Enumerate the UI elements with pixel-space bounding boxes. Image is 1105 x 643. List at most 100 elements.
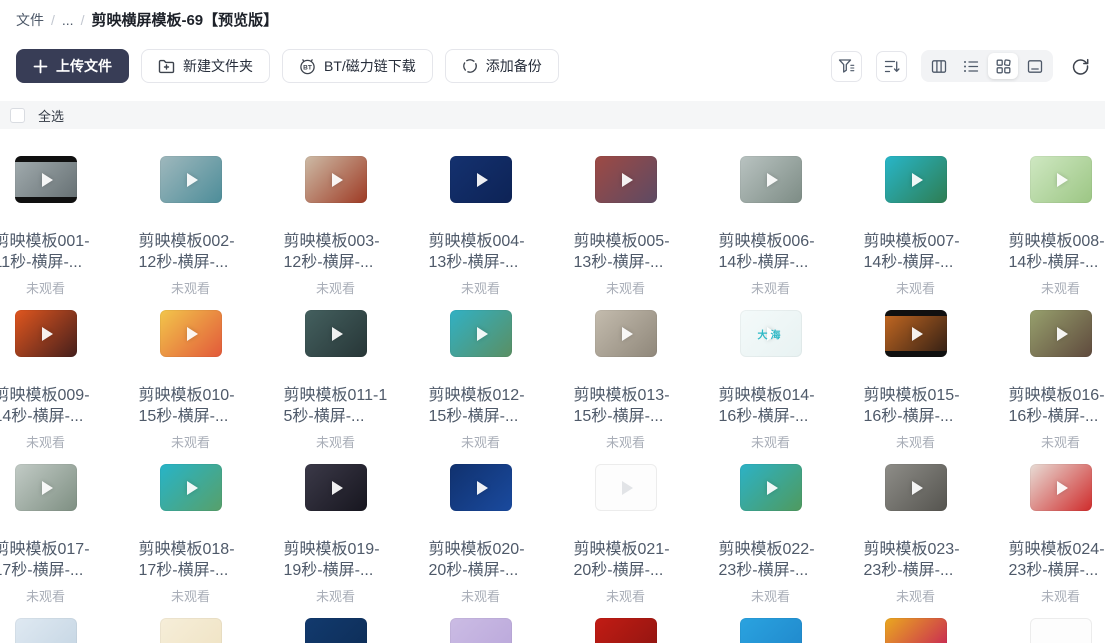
refresh-button[interactable] <box>1067 53 1093 79</box>
watch-status-label: 未观看 <box>719 432 823 451</box>
file-card: 剪映模板009-14秒-横屏-... 未观看 <box>0 310 118 464</box>
video-thumbnail[interactable] <box>885 310 947 357</box>
filter-button[interactable] <box>831 51 862 82</box>
file-card: 剪映模板002-12秒-横屏-... 未观看 <box>118 156 263 310</box>
video-thumbnail[interactable] <box>740 618 802 643</box>
file-title[interactable]: 剪映模板020-20秒-横屏-... <box>429 539 533 581</box>
video-thumbnail[interactable] <box>740 156 802 203</box>
view-reader-button[interactable] <box>1020 53 1050 79</box>
video-thumbnail[interactable] <box>15 618 77 643</box>
file-title[interactable]: 剪映模板013-15秒-横屏-... <box>574 385 678 427</box>
video-thumbnail[interactable] <box>595 464 657 511</box>
file-title[interactable]: 剪映模板021-20秒-横屏-... <box>574 539 678 581</box>
file-title[interactable]: 剪映模板022-23秒-横屏-... <box>719 539 823 581</box>
file-title[interactable]: 剪映模板017-17秒-横屏-... <box>0 539 98 581</box>
watch-status-label: 未观看 <box>1009 278 1105 297</box>
file-title[interactable]: 剪映模板018-17秒-横屏-... <box>139 539 243 581</box>
view-list-button[interactable] <box>956 53 986 79</box>
video-thumbnail[interactable] <box>160 310 222 357</box>
file-card: 剪映模板007-14秒-横屏-... 未观看 <box>843 156 988 310</box>
file-card: 剪映模板021-20秒-横屏-... 未观看 <box>553 464 698 618</box>
play-icon <box>450 464 512 511</box>
file-title[interactable]: 剪映模板012-15秒-横屏-... <box>429 385 533 427</box>
video-thumbnail[interactable] <box>305 156 367 203</box>
file-title[interactable]: 剪映模板014-16秒-横屏-... <box>719 385 823 427</box>
grid-view-icon <box>996 59 1011 74</box>
file-title[interactable]: 剪映模板001-11秒-横屏-... <box>0 231 98 273</box>
file-title[interactable]: 剪映模板015-16秒-横屏-... <box>864 385 968 427</box>
video-thumbnail[interactable] <box>450 618 512 643</box>
bt-magnet-download-button[interactable]: BT BT/磁力链下载 <box>282 49 433 83</box>
watch-status-label: 未观看 <box>574 432 678 451</box>
video-thumbnail[interactable] <box>160 156 222 203</box>
breadcrumb-ellipsis[interactable]: ... <box>62 12 74 28</box>
video-thumbnail[interactable] <box>1030 464 1092 511</box>
play-icon <box>305 156 367 203</box>
sort-button[interactable] <box>876 51 907 82</box>
new-folder-button[interactable]: 新建文件夹 <box>141 49 270 83</box>
file-card: 剪映模板011-15秒-横屏-... 未观看 <box>263 310 408 464</box>
select-all-checkbox[interactable] <box>10 108 25 123</box>
view-columns-button[interactable] <box>924 53 954 79</box>
video-thumbnail[interactable] <box>160 464 222 511</box>
play-icon <box>15 464 77 511</box>
sort-descending-icon <box>884 59 900 74</box>
file-title[interactable]: 剪映模板007-14秒-横屏-... <box>864 231 968 273</box>
file-card: 剪映模板020-20秒-横屏-... 未观看 <box>408 464 553 618</box>
file-title[interactable]: 剪映模板016-16秒-横屏-... <box>1009 385 1105 427</box>
play-icon <box>885 156 947 203</box>
video-thumbnail[interactable] <box>885 618 947 643</box>
file-title[interactable]: 剪映模板002-12秒-横屏-... <box>139 231 243 273</box>
file-card: 剪映模板018-17秒-横屏-... 未观看 <box>118 464 263 618</box>
file-title[interactable]: 剪映模板023-23秒-横屏-... <box>864 539 968 581</box>
video-thumbnail[interactable] <box>305 618 367 643</box>
breadcrumb-current-folder: 剪映横屏模板-69【预览版】 <box>91 9 278 30</box>
view-mode-switcher <box>921 50 1053 82</box>
file-title[interactable]: 剪映模板009-14秒-横屏-... <box>0 385 98 427</box>
video-thumbnail[interactable] <box>450 464 512 511</box>
video-thumbnail[interactable] <box>305 310 367 357</box>
refresh-icon <box>1071 57 1090 76</box>
video-thumbnail[interactable] <box>595 310 657 357</box>
video-thumbnail[interactable] <box>450 310 512 357</box>
file-card <box>843 618 988 643</box>
video-thumbnail[interactable] <box>1030 156 1092 203</box>
watch-status-label: 未观看 <box>284 586 388 605</box>
video-thumbnail[interactable]: 大海 <box>740 310 802 357</box>
filter-icon <box>838 58 855 74</box>
file-title[interactable]: 剪映模板003-12秒-横屏-... <box>284 231 388 273</box>
view-grid-button[interactable] <box>988 53 1018 79</box>
file-title[interactable]: 剪映模板019-19秒-横屏-... <box>284 539 388 581</box>
file-title[interactable]: 剪映模板008-14秒-横屏-... <box>1009 231 1105 273</box>
play-icon <box>740 464 802 511</box>
file-title[interactable]: 剪映模板024-23秒-横屏-... <box>1009 539 1105 581</box>
play-icon <box>160 310 222 357</box>
file-title[interactable]: 剪映模板011-15秒-横屏-... <box>284 385 388 427</box>
watch-status-label: 未观看 <box>429 278 533 297</box>
file-title[interactable]: 剪映模板006-14秒-横屏-... <box>719 231 823 273</box>
breadcrumb-root[interactable]: 文件 <box>16 10 44 30</box>
video-thumbnail[interactable] <box>885 464 947 511</box>
file-title[interactable]: 剪映模板010-15秒-横屏-... <box>139 385 243 427</box>
video-thumbnail[interactable] <box>595 156 657 203</box>
video-thumbnail[interactable] <box>15 464 77 511</box>
play-icon <box>1030 156 1092 203</box>
video-thumbnail[interactable] <box>450 156 512 203</box>
file-title[interactable]: 剪映模板005-13秒-横屏-... <box>574 231 678 273</box>
video-thumbnail[interactable] <box>15 156 77 203</box>
file-card: 剪映模板017-17秒-横屏-... 未观看 <box>0 464 118 618</box>
video-thumbnail[interactable] <box>595 618 657 643</box>
video-thumbnail[interactable] <box>740 464 802 511</box>
video-thumbnail[interactable] <box>1030 618 1092 643</box>
video-thumbnail[interactable] <box>305 464 367 511</box>
video-thumbnail[interactable] <box>15 310 77 357</box>
video-thumbnail[interactable] <box>1030 310 1092 357</box>
upload-file-button[interactable]: 上传文件 <box>16 49 129 83</box>
add-backup-button[interactable]: 添加备份 <box>445 49 559 83</box>
file-title[interactable]: 剪映模板004-13秒-横屏-... <box>429 231 533 273</box>
watch-status-label: 未观看 <box>719 278 823 297</box>
breadcrumb-separator: / <box>81 12 85 28</box>
play-icon <box>1030 464 1092 511</box>
video-thumbnail[interactable] <box>885 156 947 203</box>
video-thumbnail[interactable] <box>160 618 222 643</box>
